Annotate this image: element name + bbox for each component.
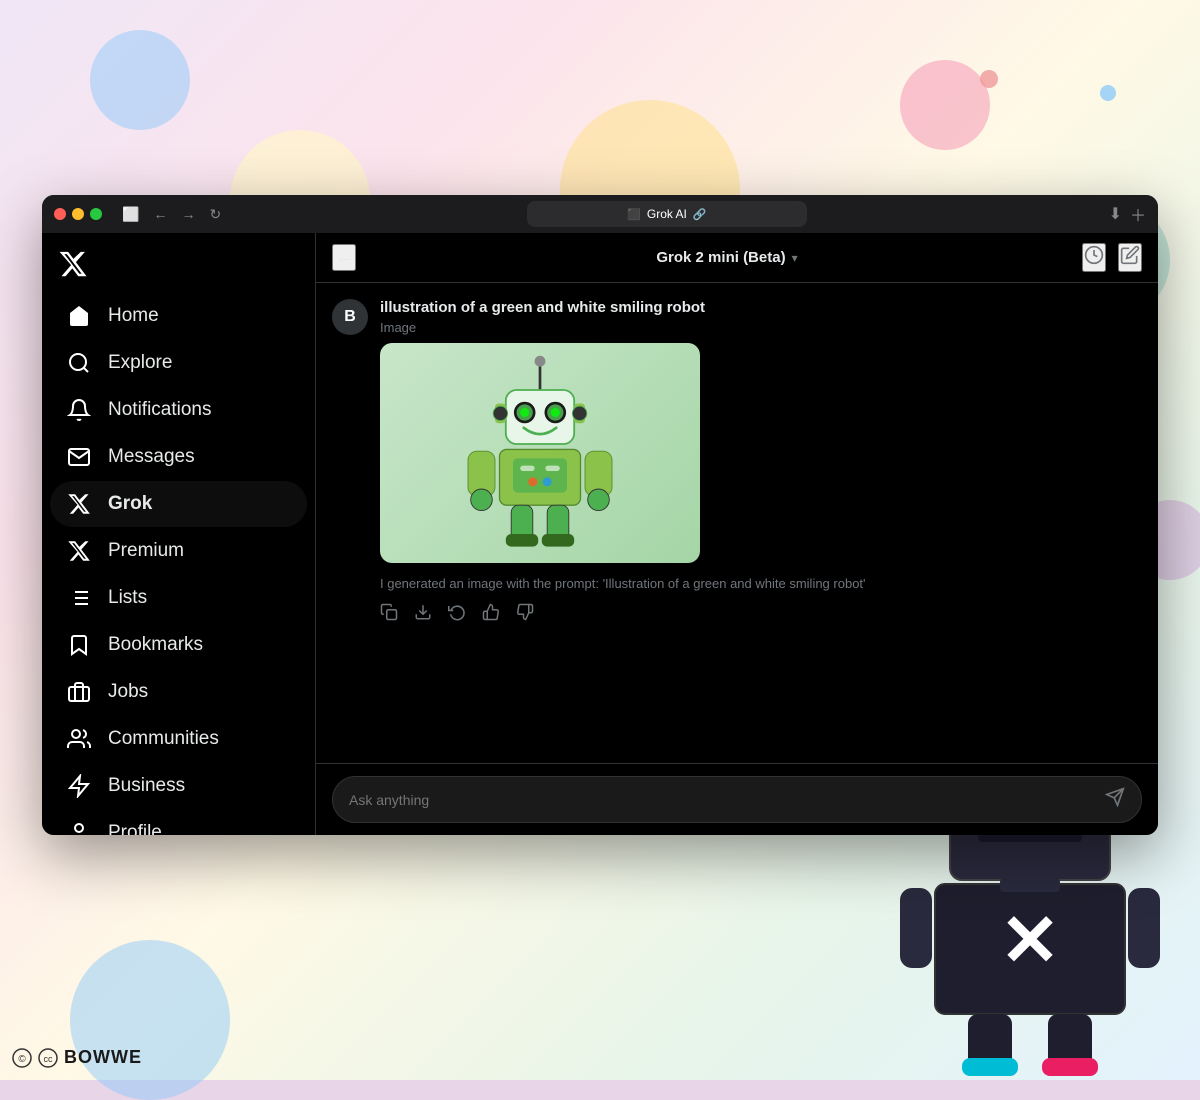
message-label: Image <box>380 320 1142 335</box>
sidebar-label-notifications: Notifications <box>108 399 212 421</box>
sidebar-item-bookmarks[interactable]: Bookmarks <box>50 622 307 668</box>
jobs-icon <box>66 679 92 705</box>
reload-button[interactable]: ↻ <box>205 204 225 225</box>
send-button[interactable] <box>1105 787 1125 812</box>
forward-button[interactable]: → <box>177 204 199 224</box>
grok-model-name: Grok 2 mini (Beta) <box>656 249 785 266</box>
grok-chat-content: B illustration of a green and white smil… <box>316 283 1158 763</box>
sidebar-item-grok[interactable]: Grok <box>50 481 307 527</box>
message-row: B illustration of a green and white smil… <box>332 299 1142 626</box>
grok-title-bar: Grok 2 mini (Beta) ▾ <box>372 249 1082 266</box>
svg-text:cc: cc <box>44 1054 54 1064</box>
grok-input-area <box>316 763 1158 835</box>
business-icon <box>66 773 92 799</box>
grok-header-actions <box>1082 243 1142 272</box>
dislike-action-button[interactable] <box>516 603 534 626</box>
traffic-lights <box>54 208 102 220</box>
robot-svg <box>450 353 630 553</box>
browser-controls: ⬜ ← → ↻ <box>118 204 225 225</box>
sidebar-item-communities[interactable]: Communities <box>50 716 307 762</box>
edit-button[interactable] <box>1118 243 1142 272</box>
copy-action-button[interactable] <box>380 603 398 626</box>
message-body: illustration of a green and white smilin… <box>380 299 1142 626</box>
address-bar[interactable]: ⬛ Grok AI 🔗 <box>527 201 807 227</box>
sidebar-label-premium: Premium <box>108 540 184 562</box>
sidebar-item-home[interactable]: Home <box>50 293 307 339</box>
sidebar-item-lists[interactable]: Lists <box>50 575 307 621</box>
twitter-sidebar: Home Explore Notifications Messages Grok… <box>42 233 316 835</box>
notifications-icon <box>66 397 92 423</box>
twitter-logo[interactable] <box>42 241 315 288</box>
chevron-down-icon[interactable]: ▾ <box>792 251 798 265</box>
history-button[interactable] <box>1082 243 1106 272</box>
sidebar-label-profile: Profile <box>108 822 162 835</box>
address-bar-text: Grok AI <box>647 207 687 221</box>
sidebar-label-messages: Messages <box>108 446 195 468</box>
message-title: illustration of a green and white smilin… <box>380 299 1142 316</box>
message-avatar: B <box>332 299 368 335</box>
sidebar-label-lists: Lists <box>108 587 147 609</box>
browser-titlebar: ⬜ ← → ↻ ⬛ Grok AI 🔗 ⬇ ＋ <box>42 195 1158 233</box>
generated-image <box>380 343 700 563</box>
grok-icon <box>66 491 92 517</box>
new-tab-button[interactable]: ＋ <box>1130 202 1146 226</box>
communities-icon <box>66 726 92 752</box>
close-button[interactable] <box>54 208 66 220</box>
sidebar-label-communities: Communities <box>108 728 219 750</box>
bookmarks-icon <box>66 632 92 658</box>
download-action-button[interactable] <box>414 603 432 626</box>
sidebar-item-notifications[interactable]: Notifications <box>50 387 307 433</box>
sidebar-label-grok: Grok <box>108 493 152 515</box>
lists-icon <box>66 585 92 611</box>
message-actions <box>380 603 1142 626</box>
bowwe-logo: BOWWE <box>64 1047 142 1068</box>
copyright-icon: © <box>12 1048 32 1068</box>
maximize-button[interactable] <box>90 208 102 220</box>
sidebar-item-profile[interactable]: Profile <box>50 810 307 835</box>
bowwe-branding: © cc BOWWE <box>12 1047 142 1068</box>
sidebar-label-explore: Explore <box>108 352 172 374</box>
grok-input-wrapper <box>332 776 1142 823</box>
download-button[interactable]: ⬇ <box>1109 204 1122 224</box>
nav-items-container: Home Explore Notifications Messages Grok… <box>42 292 315 835</box>
creative-commons-icon: cc <box>38 1048 58 1068</box>
sidebar-label-home: Home <box>108 305 159 327</box>
browser-right-controls: ⬇ ＋ <box>1109 202 1146 226</box>
message-caption: I generated an image with the prompt: 'I… <box>380 575 1142 593</box>
grok-ask-input[interactable] <box>349 792 1105 808</box>
profile-icon <box>66 820 92 835</box>
minimize-button[interactable] <box>72 208 84 220</box>
sidebar-item-premium[interactable]: Premium <box>50 528 307 574</box>
sidebar-toggle-button[interactable]: ⬜ <box>118 204 143 225</box>
explore-icon <box>66 350 92 376</box>
back-button[interactable]: ← <box>149 204 171 224</box>
lock-icon: ⬛ <box>627 208 641 221</box>
sidebar-item-explore[interactable]: Explore <box>50 340 307 386</box>
svg-text:©: © <box>18 1054 26 1065</box>
sidebar-label-jobs: Jobs <box>108 681 148 703</box>
link-icon: 🔗 <box>693 208 707 221</box>
regenerate-action-button[interactable] <box>448 603 466 626</box>
back-arrow-button[interactable]: ← <box>332 244 356 271</box>
sidebar-item-jobs[interactable]: Jobs <box>50 669 307 715</box>
grok-header: ← Grok 2 mini (Beta) ▾ <box>316 233 1158 283</box>
messages-icon <box>66 444 92 470</box>
browser-content: Home Explore Notifications Messages Grok… <box>42 233 1158 835</box>
sidebar-item-business[interactable]: Business <box>50 763 307 809</box>
grok-main-panel: ← Grok 2 mini (Beta) ▾ <box>316 233 1158 835</box>
sidebar-item-messages[interactable]: Messages <box>50 434 307 480</box>
sidebar-label-business: Business <box>108 775 185 797</box>
premium-icon <box>66 538 92 564</box>
address-bar-container: ⬛ Grok AI 🔗 <box>233 201 1100 227</box>
sidebar-label-bookmarks: Bookmarks <box>108 634 203 656</box>
home-icon <box>66 303 92 329</box>
svg-text:✕: ✕ <box>1000 901 1060 981</box>
like-action-button[interactable] <box>482 603 500 626</box>
browser-window: ⬜ ← → ↻ ⬛ Grok AI 🔗 ⬇ ＋ <box>42 195 1158 835</box>
